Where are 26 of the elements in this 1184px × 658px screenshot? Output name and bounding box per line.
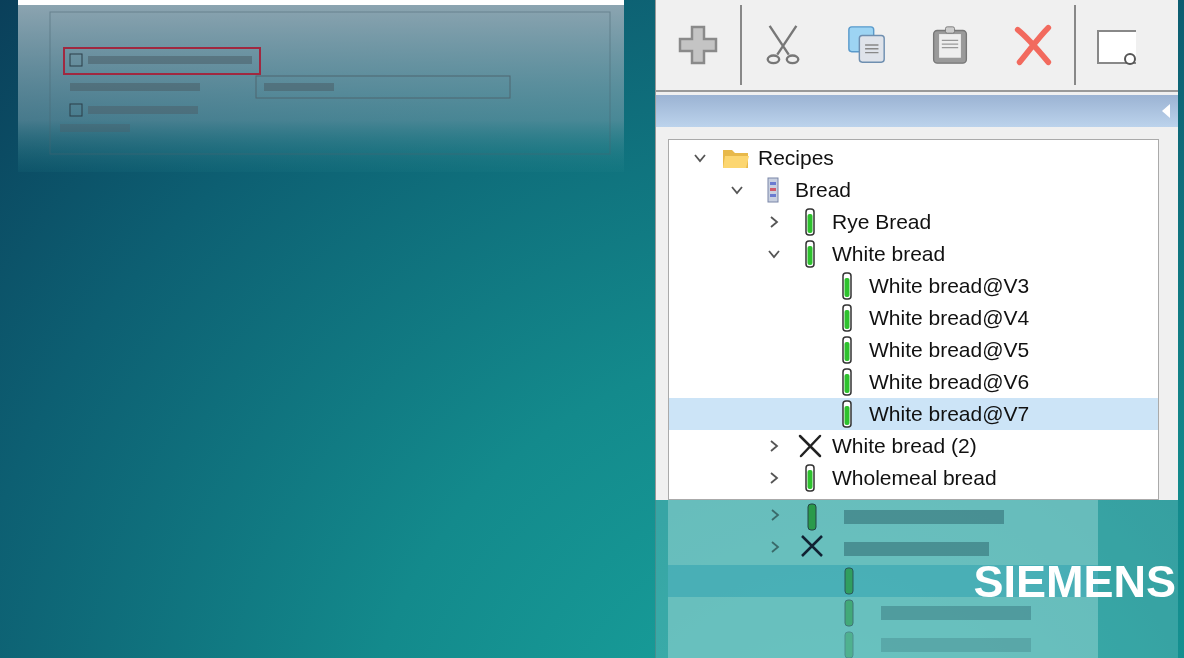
- copy-icon[interactable]: [846, 24, 888, 66]
- tree-item[interactable]: White bread@V6: [669, 366, 1158, 398]
- tree-item[interactable]: Recipes: [669, 142, 1158, 174]
- test-tube-icon: [841, 336, 853, 364]
- test-tube-icon: [804, 464, 816, 492]
- test-tube-icon: [841, 272, 853, 300]
- stack-icon: [767, 177, 779, 203]
- clipboard-icon[interactable]: [930, 23, 970, 67]
- test-tube-icon: [841, 400, 853, 428]
- cross-icon: [798, 434, 822, 458]
- test-tube-icon: [804, 208, 816, 236]
- add-icon[interactable]: [676, 23, 720, 67]
- tree-item[interactable]: Rye Bread: [669, 206, 1158, 238]
- delete-icon[interactable]: [1012, 24, 1054, 66]
- test-tube-icon: [804, 240, 816, 268]
- test-tube-icon: [841, 368, 853, 396]
- tree-item[interactable]: Wholemeal bread: [669, 462, 1158, 494]
- logo: SIEMENS: [973, 556, 1176, 608]
- tree-item[interactable]: White bread@V5: [669, 334, 1158, 366]
- tree-item[interactable]: White bread@V7: [669, 398, 1158, 430]
- tree-item[interactable]: White bread@V4: [669, 302, 1158, 334]
- tree-item[interactable]: White bread (2): [669, 430, 1158, 462]
- tree-item[interactable]: White bread@V3: [669, 270, 1158, 302]
- tree-item[interactable]: White bread: [669, 238, 1158, 270]
- test-tube-icon: [841, 304, 853, 332]
- tree-item[interactable]: Bread: [669, 174, 1158, 206]
